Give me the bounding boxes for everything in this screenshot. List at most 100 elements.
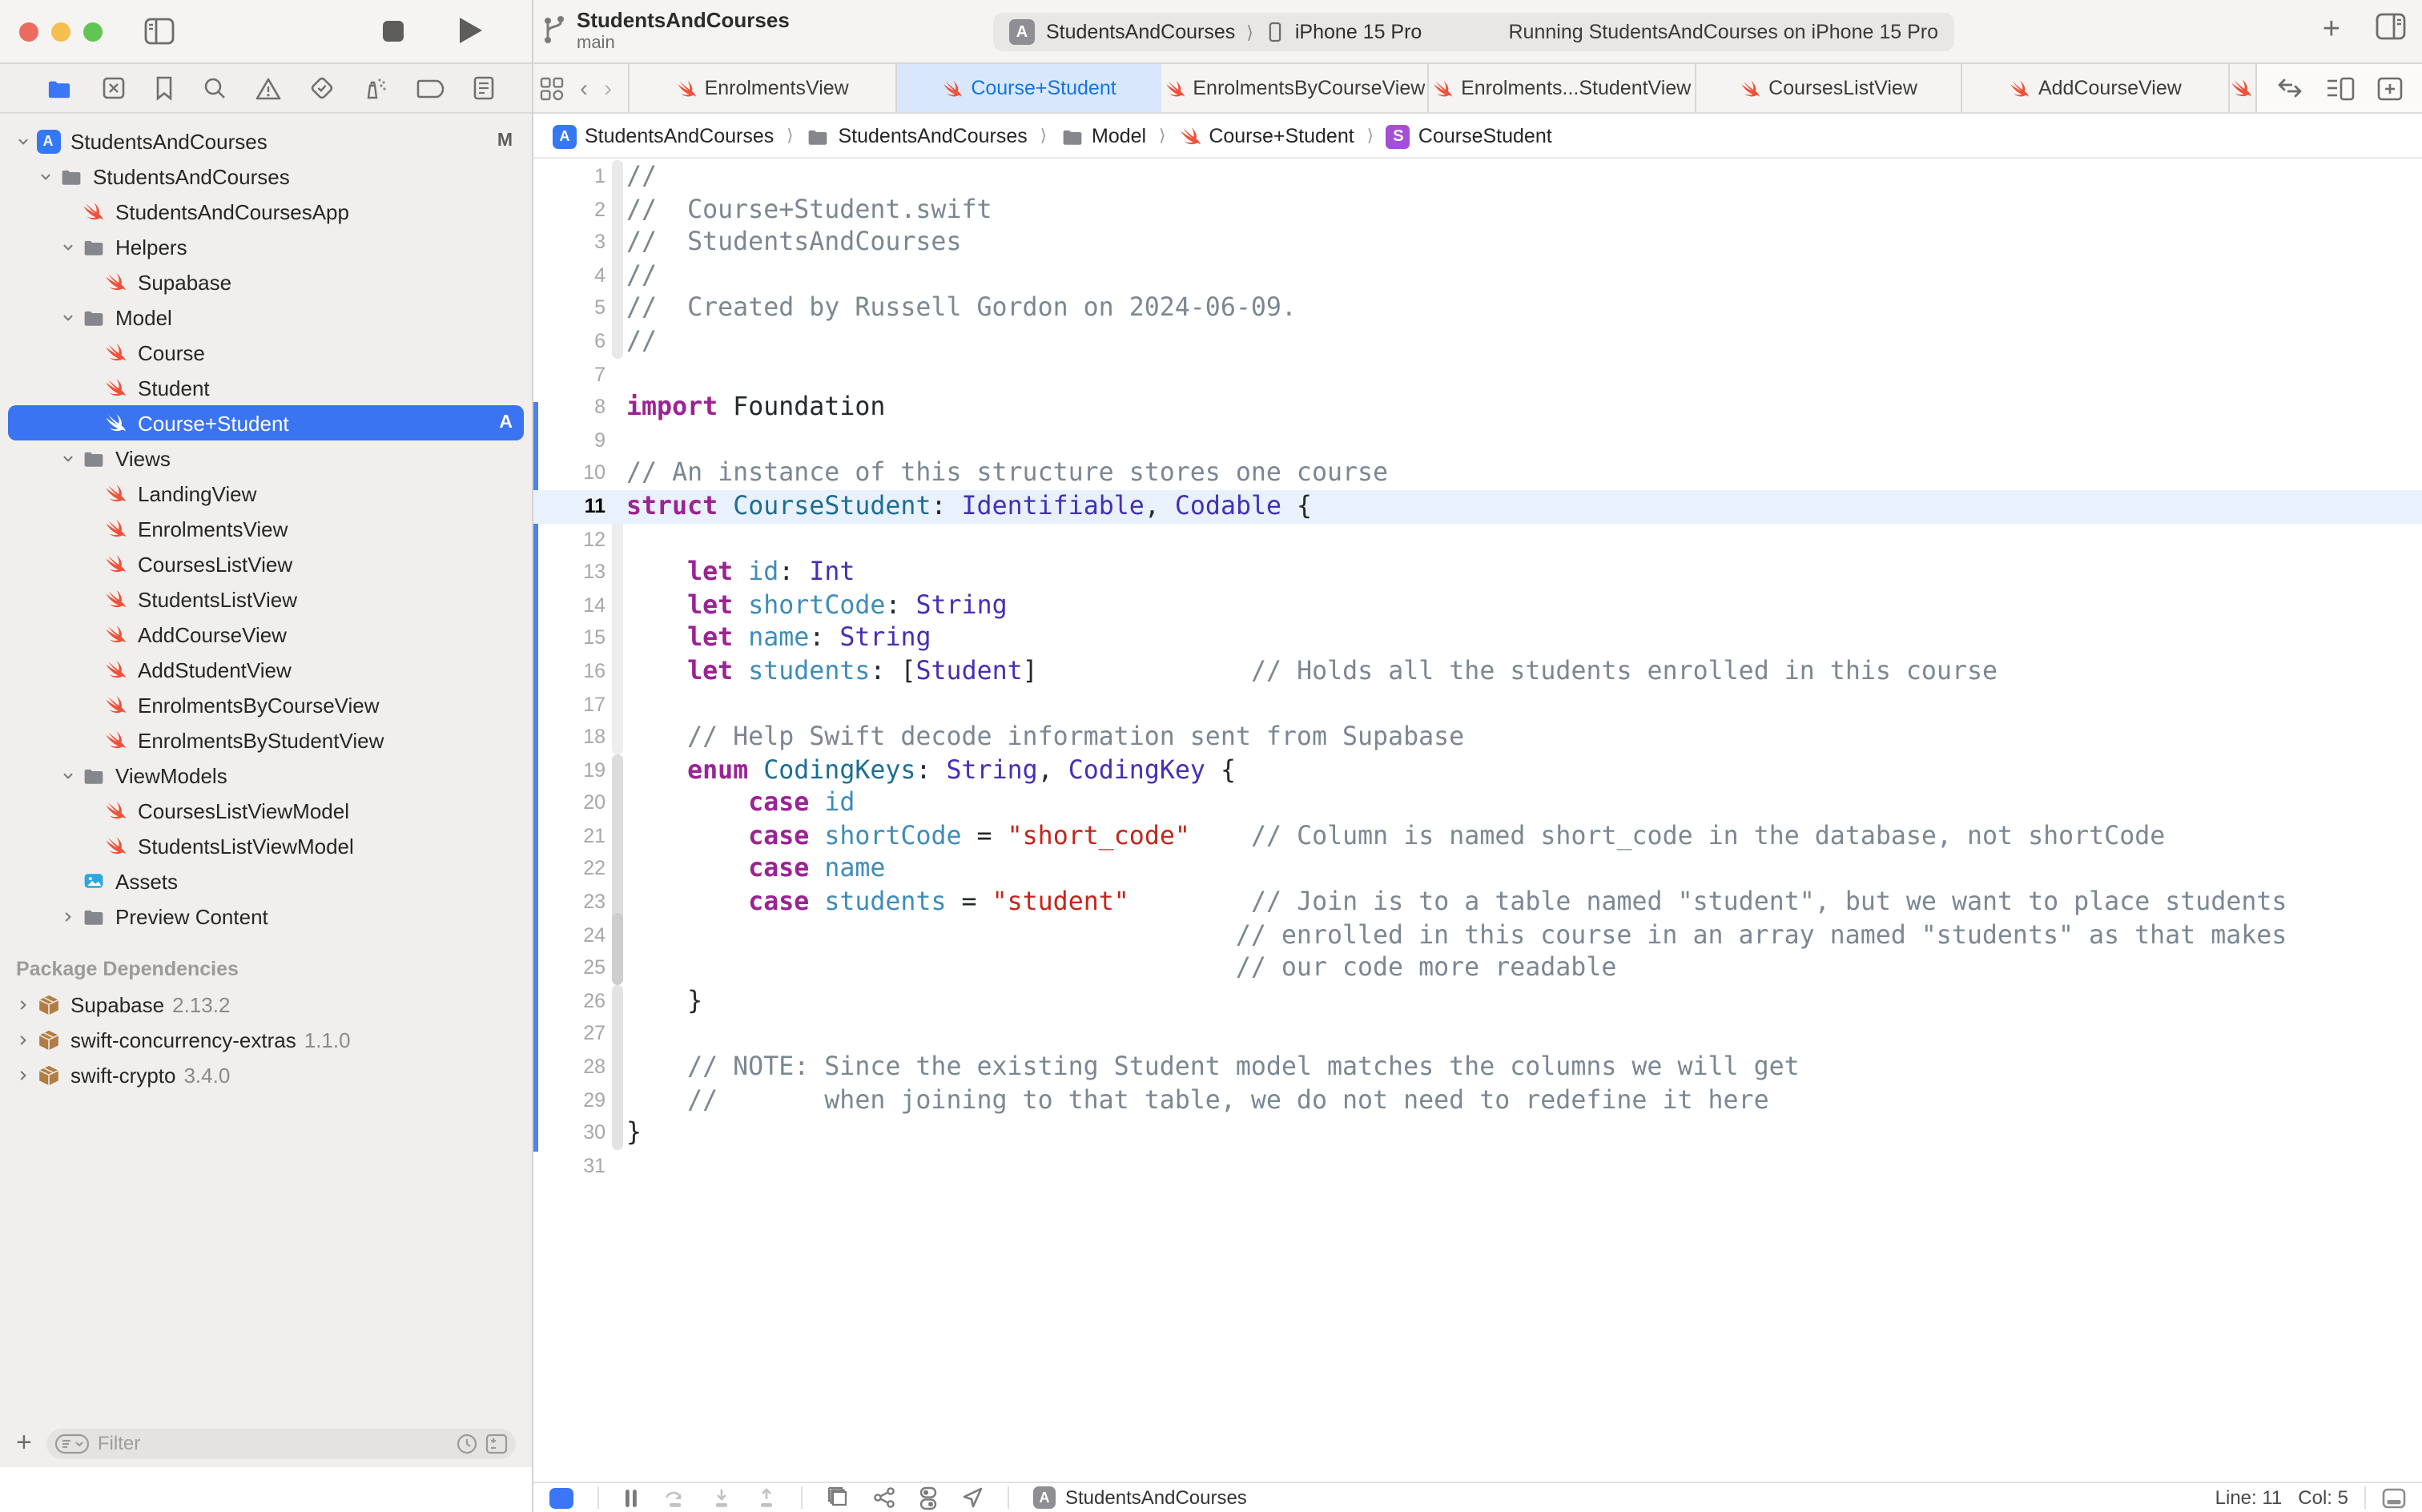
code-content[interactable]: 1//2// Course+Student.swift3// StudentsA… [533,160,2422,1183]
sidebar-item-Course[interactable]: Course [0,335,532,370]
go-back-icon[interactable]: ‹ [580,76,588,100]
code-line-4[interactable]: 4// [533,259,2422,292]
code-line-23[interactable]: 23 case students = "student" // Join is … [533,886,2422,919]
code-line-10[interactable]: 10// An instance of this structure store… [533,457,2422,490]
toggle-inspector-icon[interactable] [2376,13,2406,48]
disclosure-chevron-icon[interactable] [35,169,56,183]
code-line-12[interactable]: 12 [533,523,2422,556]
toggle-navigator-icon[interactable] [144,18,175,53]
disclosure-chevron-icon[interactable] [58,239,78,254]
sidebar-item-StudentsListView[interactable]: StudentsListView [0,581,532,617]
jump-bar[interactable]: AStudentsAndCourses⟩StudentsAndCourses⟩M… [533,115,2422,159]
running-app-name[interactable]: StudentsAndCourses [1065,1486,1247,1509]
code-line-25[interactable]: 25 // our code more readable [533,952,2422,985]
find-navigator-icon[interactable] [202,75,227,101]
sidebar-item-Helpers[interactable]: Helpers [0,229,532,264]
sidebar-item-CoursesListViewModel[interactable]: CoursesListViewModel [0,793,532,828]
sidebar-item-CoursesListView[interactable]: CoursesListView [0,546,532,581]
tab-AddCourseView[interactable]: AddCourseView [1963,64,2230,112]
breadcrumb-item[interactable]: Model [1060,125,1146,147]
disclosure-chevron-icon[interactable] [13,1032,34,1047]
tab-Enrolments...StudentView[interactable]: Enrolments...StudentView [1429,64,1696,112]
code-line-18[interactable]: 18 // Help Swift decode information sent… [533,721,2422,754]
tab-EnrolmentsByCourseView[interactable]: EnrolmentsByCourseView [1162,64,1429,112]
disclosure-chevron-icon[interactable] [13,997,34,1011]
disclosure-chevron-icon[interactable] [58,768,78,782]
step-over-icon[interactable] [663,1487,687,1508]
zoom-window-button[interactable] [83,22,103,42]
code-review-icon[interactable] [2276,77,2303,99]
breakpoint-navigator-icon[interactable] [416,78,445,99]
report-navigator-icon[interactable] [473,75,495,101]
view-hierarchy-icon[interactable] [827,1486,849,1509]
sidebar-item-StudentsAndCourses[interactable]: AStudentsAndCoursesM [0,123,532,159]
sidebar-item-Preview Content[interactable]: Preview Content [0,899,532,934]
breadcrumb-item[interactable]: SCourseStudent [1386,124,1552,148]
recent-files-icon[interactable] [457,1433,477,1454]
disclosure-chevron-icon[interactable] [58,310,78,324]
source-editor[interactable]: 1//2// Course+Student.swift3// StudentsA… [533,160,2422,1482]
code-line-2[interactable]: 2// Course+Student.swift [533,193,2422,226]
source-control-navigator-icon[interactable] [101,75,127,101]
breadcrumb-item[interactable]: StudentsAndCourses [807,125,1028,147]
code-line-15[interactable]: 15 let name: String [533,622,2422,655]
step-into-icon[interactable] [711,1487,732,1508]
pause-execution-icon[interactable] [623,1487,639,1508]
run-destination[interactable]: iPhone 15 Pro [1295,21,1422,43]
breadcrumb-item[interactable]: Course+Student [1178,125,1354,147]
test-navigator-icon[interactable] [309,75,335,101]
package-item-Supabase[interactable]: Supabase2.13.2 [0,987,532,1022]
environment-overrides-icon[interactable] [919,1486,937,1510]
sidebar-item-EnrolmentsView[interactable]: EnrolmentsView [0,511,532,546]
breadcrumb-item[interactable]: AStudentsAndCourses [553,124,774,148]
sidebar-item-StudentsListViewModel[interactable]: StudentsListViewModel [0,828,532,863]
debug-area-toggle-icon[interactable] [549,1487,573,1508]
code-line-20[interactable]: 20 case id [533,787,2422,820]
code-line-17[interactable]: 17 [533,688,2422,721]
sidebar-item-Course+Student[interactable]: Course+StudentA [0,405,532,440]
code-line-3[interactable]: 3// StudentsAndCourses [533,226,2422,259]
package-item-swift-concurrency-extras[interactable]: swift-concurrency-extras1.1.0 [0,1022,532,1057]
code-line-5[interactable]: 5// Created by Russell Gordon on 2024-06… [533,292,2422,325]
code-line-14[interactable]: 14 let shortCode: String [533,589,2422,621]
code-line-9[interactable]: 9 [533,424,2422,457]
sidebar-item-AddStudentView[interactable]: AddStudentView [0,652,532,687]
sidebar-item-EnrolmentsByCourseView[interactable]: EnrolmentsByCourseView [0,687,532,722]
tab-CoursesListView[interactable]: CoursesListView [1696,64,1962,112]
simulate-location-icon[interactable] [961,1486,984,1509]
sidebar-item-ViewModels[interactable]: ViewModels [0,758,532,793]
tab-Course+Student[interactable]: Course+Student [896,64,1161,112]
code-line-13[interactable]: 13 let id: Int [533,556,2422,589]
sidebar-item-Assets[interactable]: Assets [0,863,532,899]
scm-filter-icon[interactable] [485,1433,508,1454]
issue-navigator-icon[interactable] [255,76,282,100]
disclosure-chevron-icon[interactable] [58,451,78,465]
debug-navigator-icon[interactable] [362,75,389,101]
code-line-8[interactable]: 8import Foundation [533,391,2422,424]
sidebar-item-StudentsAndCoursesApp[interactable]: StudentsAndCoursesApp [0,194,532,229]
memory-graph-icon[interactable] [873,1486,895,1509]
disclosure-chevron-icon[interactable] [13,1068,34,1082]
code-line-29[interactable]: 29 // when joining to that table, we do … [533,1084,2422,1116]
sidebar-item-Supabase[interactable]: Supabase [0,264,532,300]
new-tab-button[interactable]: + [2323,13,2340,48]
sidebar-item-EnrolmentsByStudentView[interactable]: EnrolmentsByStudentView [0,722,532,758]
code-line-11[interactable]: 11struct CourseStudent: Identifiable, Co… [533,490,2422,523]
overflow-tab[interactable] [2230,64,2255,112]
scheme-name[interactable]: StudentsAndCourses [1046,21,1235,43]
add-editor-icon[interactable] [2377,76,2403,100]
disclosure-chevron-icon[interactable] [58,909,78,923]
run-button[interactable] [460,18,482,43]
code-line-24[interactable]: 24 // enrolled in this course in an arra… [533,919,2422,951]
code-line-7[interactable]: 7 [533,358,2422,391]
code-line-6[interactable]: 6// [533,325,2422,358]
package-item-swift-crypto[interactable]: swift-crypto3.4.0 [0,1057,532,1092]
add-file-button[interactable]: + [16,1427,32,1459]
code-line-30[interactable]: 30} [533,1116,2422,1149]
filter-field[interactable]: Filter [46,1428,516,1458]
code-line-31[interactable]: 31 [533,1150,2422,1183]
code-line-19[interactable]: 19 enum CodingKeys: String, CodingKey { [533,754,2422,786]
code-line-26[interactable]: 26 } [533,985,2422,1018]
sidebar-item-Views[interactable]: Views [0,440,532,476]
close-window-button[interactable] [19,22,38,42]
